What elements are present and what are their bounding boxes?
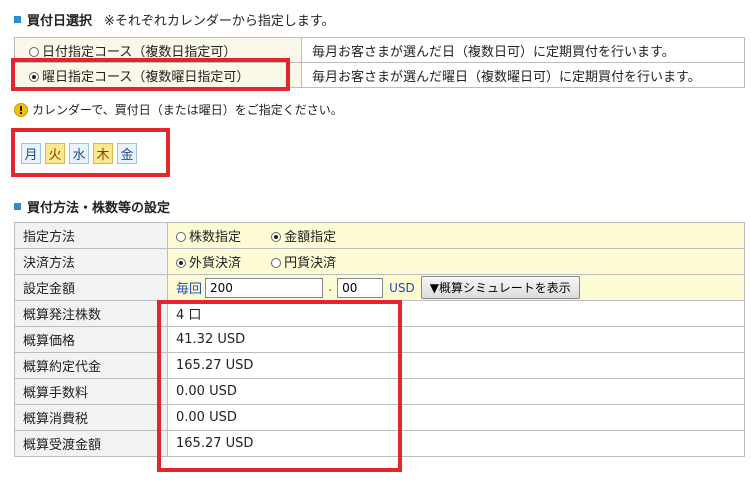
warning-icon: ! bbox=[14, 102, 28, 117]
amount-integer-input[interactable] bbox=[205, 277, 324, 298]
row-result: 概算受渡金額 165.27 USD bbox=[14, 430, 745, 457]
row-label: 決済方法 bbox=[14, 248, 168, 275]
row-result: 概算価格 41.32 USD bbox=[14, 326, 745, 353]
result-value: 165.27 USD bbox=[167, 430, 745, 457]
row-label: 概算手数料 bbox=[14, 378, 168, 405]
course-row-date: 日付指定コース（複数日指定可） 毎月お客さまが選んだ日（複数日可）に定期買付を行… bbox=[14, 37, 745, 63]
section-square-icon bbox=[14, 203, 21, 210]
row-label: 概算受渡金額 bbox=[14, 430, 168, 457]
radio-selected-icon[interactable] bbox=[176, 258, 186, 268]
shares-value: 4 口 bbox=[176, 308, 202, 323]
amount-decimal-input[interactable] bbox=[337, 277, 384, 298]
row-label: 概算約定代金 bbox=[14, 352, 168, 379]
row-label: 概算価格 bbox=[14, 326, 168, 353]
option-shares[interactable]: 株数指定 bbox=[189, 230, 241, 245]
result-value: 0.00 USD bbox=[167, 378, 745, 405]
settlement-options: 外貨決済 円貨決済 bbox=[167, 248, 745, 275]
row-result: 概算手数料 0.00 USD bbox=[14, 378, 745, 405]
row-method: 指定方法 株数指定 金額指定 bbox=[14, 222, 745, 249]
course-label: 日付指定コース（複数日指定可） bbox=[42, 44, 237, 60]
calendar-notice: ! カレンダーで、買付日（または曜日）をご指定ください。 bbox=[14, 101, 343, 118]
result-value: 4 口 bbox=[167, 300, 745, 327]
radio-selected-icon[interactable] bbox=[29, 71, 39, 82]
row-result: 概算消費税 0.00 USD bbox=[14, 404, 745, 431]
option-amount[interactable]: 金額指定 bbox=[284, 230, 336, 245]
radio-icon[interactable] bbox=[176, 232, 186, 242]
result-value: 0.00 USD bbox=[167, 404, 745, 431]
section-header-purchase-date: 買付日選択 ※それぞれカレンダーから指定します。 bbox=[14, 10, 335, 29]
day-mon[interactable]: 月 bbox=[21, 143, 41, 164]
course-option-date[interactable]: 日付指定コース（複数日指定可） bbox=[14, 37, 302, 63]
method-options: 株数指定 金額指定 bbox=[167, 222, 745, 249]
row-label: 指定方法 bbox=[14, 222, 168, 249]
section-square-icon bbox=[14, 16, 21, 23]
section-title: 買付日選択 bbox=[27, 14, 93, 29]
radio-selected-icon[interactable] bbox=[271, 232, 282, 242]
row-result: 概算発注株数 4 口 bbox=[14, 300, 745, 327]
result-value: 41.32 USD bbox=[167, 326, 745, 353]
row-amount: 設定金額 毎回 . USD ▼概算シミュレートを表示 bbox=[14, 274, 745, 301]
day-wed[interactable]: 水 bbox=[69, 143, 89, 164]
row-settlement: 決済方法 外貨決済 円貨決済 bbox=[14, 248, 745, 275]
row-label: 設定金額 bbox=[14, 274, 168, 301]
row-result: 概算約定代金 165.27 USD bbox=[14, 352, 745, 379]
notice-text: カレンダーで、買付日（または曜日）をご指定ください。 bbox=[32, 103, 343, 117]
weekday-picker: 月 火 水 木 金 bbox=[21, 143, 137, 164]
option-yen[interactable]: 円貨決済 bbox=[284, 256, 336, 271]
day-thu[interactable]: 木 bbox=[93, 143, 113, 164]
radio-icon[interactable] bbox=[29, 46, 39, 57]
option-foreign[interactable]: 外貨決済 bbox=[189, 256, 241, 271]
amount-cell: 毎回 . USD ▼概算シミュレートを表示 bbox=[167, 274, 745, 301]
simulate-button[interactable]: ▼概算シミュレートを表示 bbox=[420, 276, 580, 299]
section-note: ※それぞれカレンダーから指定します。 bbox=[104, 14, 335, 29]
settings-table: 指定方法 株数指定 金額指定 決済方法 外貨決済 円貨決済 設定金額 毎回 . … bbox=[14, 222, 745, 457]
row-label: 概算消費税 bbox=[14, 404, 168, 431]
course-option-weekday[interactable]: 曜日指定コース（複数曜日指定可） bbox=[14, 62, 302, 88]
row-label: 概算発注株数 bbox=[14, 300, 168, 327]
section-title: 買付方法・株数等の設定 bbox=[27, 201, 171, 216]
day-fri[interactable]: 金 bbox=[117, 143, 137, 164]
course-row-weekday: 曜日指定コース（複数曜日指定可） 毎月お客さまが選んだ曜日（複数曜日可）に定期買… bbox=[14, 62, 745, 88]
amount-prefix: 毎回 bbox=[176, 282, 203, 297]
course-label: 曜日指定コース（複数曜日指定可） bbox=[42, 69, 250, 85]
currency-label: USD bbox=[389, 280, 415, 295]
course-table: 日付指定コース（複数日指定可） 毎月お客さまが選んだ日（複数日可）に定期買付を行… bbox=[14, 37, 745, 88]
day-tue[interactable]: 火 bbox=[45, 143, 65, 164]
result-value: 165.27 USD bbox=[167, 352, 745, 379]
course-description: 毎月お客さまが選んだ曜日（複数曜日可）に定期買付を行います。 bbox=[301, 62, 745, 88]
section-header-settings: 買付方法・株数等の設定 bbox=[14, 197, 170, 216]
course-description: 毎月お客さまが選んだ日（複数日可）に定期買付を行います。 bbox=[301, 37, 745, 63]
radio-icon[interactable] bbox=[271, 258, 282, 268]
decimal-separator: . bbox=[328, 280, 333, 295]
